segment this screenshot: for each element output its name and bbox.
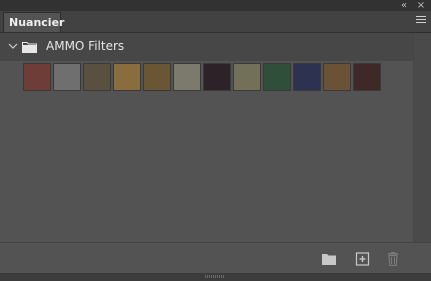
color-swatch[interactable] <box>143 63 171 91</box>
color-swatch[interactable] <box>323 63 351 91</box>
delete-icon[interactable] <box>385 252 401 266</box>
new-group-icon[interactable] <box>321 252 337 266</box>
folder-icon <box>22 42 37 53</box>
panel-menu-icon[interactable] <box>416 16 426 25</box>
panel-title-bar: « × <box>0 0 431 11</box>
color-swatch[interactable] <box>23 63 51 91</box>
tab-row: Nuancier <box>0 11 431 33</box>
chevron-down-icon[interactable] <box>8 41 18 51</box>
swatches-panel-content: AMMO Filters <box>0 33 413 242</box>
color-swatch[interactable] <box>53 63 81 91</box>
new-swatch-icon[interactable] <box>354 252 370 266</box>
swatch-group-name: AMMO Filters <box>46 39 125 53</box>
close-panel-button[interactable]: × <box>415 0 427 11</box>
swatch-group-header[interactable]: AMMO Filters <box>0 33 413 61</box>
scrollbar-track[interactable] <box>413 33 431 242</box>
resize-handle[interactable] <box>0 273 431 281</box>
collapse-panel-button[interactable]: « <box>398 0 410 11</box>
color-swatch[interactable] <box>83 63 111 91</box>
tab-nuancier[interactable]: Nuancier <box>3 12 64 32</box>
swatch-row <box>23 63 383 91</box>
grip-icon <box>205 275 225 278</box>
color-swatch[interactable] <box>233 63 261 91</box>
color-swatch[interactable] <box>203 63 231 91</box>
color-swatch[interactable] <box>263 63 291 91</box>
color-swatch[interactable] <box>293 63 321 91</box>
panel-footer <box>0 242 431 273</box>
color-swatch[interactable] <box>113 63 141 91</box>
color-swatch[interactable] <box>173 63 201 91</box>
color-swatch[interactable] <box>353 63 381 91</box>
